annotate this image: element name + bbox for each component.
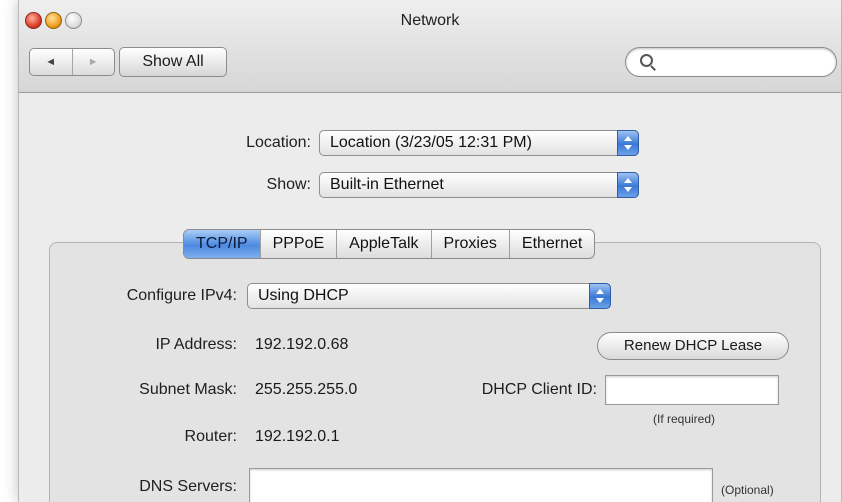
configure-ipv4-label: Configure IPv4: — [126, 287, 237, 304]
search-icon — [640, 54, 653, 67]
dns-servers-hint: (Optional) — [721, 483, 774, 497]
location-popup[interactable]: Location (3/23/05 12:31 PM) — [319, 130, 639, 156]
tab-ethernet[interactable]: Ethernet — [508, 230, 594, 258]
ip-address-label: IP Address: — [155, 336, 237, 353]
back-arrow-icon[interactable]: ◄ — [30, 49, 72, 75]
tab-appletalk[interactable]: AppleTalk — [336, 230, 430, 258]
show-label: Show: — [266, 176, 311, 193]
show-popup-value: Built-in Ethernet — [330, 176, 444, 193]
show-all-button[interactable]: Show All — [119, 47, 227, 77]
tab-tcpip[interactable]: TCP/IP — [184, 230, 260, 258]
titlebar: Network ◄ ► Show All — [19, 0, 841, 93]
tab-proxies[interactable]: Proxies — [430, 230, 509, 258]
tab-bar: TCP/IP PPPoE AppleTalk Proxies Ethernet — [183, 229, 596, 259]
location-label: Location: — [246, 134, 311, 151]
show-popup[interactable]: Built-in Ethernet — [319, 172, 639, 198]
configure-ipv4-popup[interactable]: Using DHCP — [247, 283, 611, 309]
dhcp-client-id-label: DHCP Client ID: — [481, 381, 597, 398]
subnet-mask-value: 255.255.255.0 — [255, 381, 358, 398]
renew-dhcp-lease-button[interactable]: Renew DHCP Lease — [597, 332, 789, 360]
search-field[interactable] — [625, 47, 837, 77]
popup-arrows-icon — [617, 172, 639, 198]
popup-arrows-icon — [617, 130, 639, 156]
ip-address-value: 192.192.0.68 — [255, 336, 349, 353]
window-title: Network — [400, 12, 460, 29]
router-value: 192.192.0.1 — [255, 428, 340, 445]
subnet-mask-label: Subnet Mask: — [139, 381, 237, 398]
forward-arrow-icon[interactable]: ► — [71, 49, 115, 75]
back-forward-control: ◄ ► — [29, 48, 115, 76]
router-label: Router: — [184, 428, 237, 445]
popup-arrows-icon — [589, 283, 611, 309]
dhcp-client-id-hint: (If required) — [653, 412, 716, 426]
tab-pppoe[interactable]: PPPoE — [259, 230, 337, 258]
dns-servers-label: DNS Servers: — [139, 478, 237, 495]
dns-servers-field[interactable] — [249, 468, 713, 502]
configure-ipv4-value: Using DHCP — [258, 287, 349, 304]
tab-content-panel — [49, 242, 821, 502]
location-popup-value: Location (3/23/05 12:31 PM) — [330, 134, 532, 151]
network-preferences-window: Network ◄ ► Show All Location: Location … — [18, 0, 842, 502]
dhcp-client-id-field[interactable] — [605, 375, 779, 405]
